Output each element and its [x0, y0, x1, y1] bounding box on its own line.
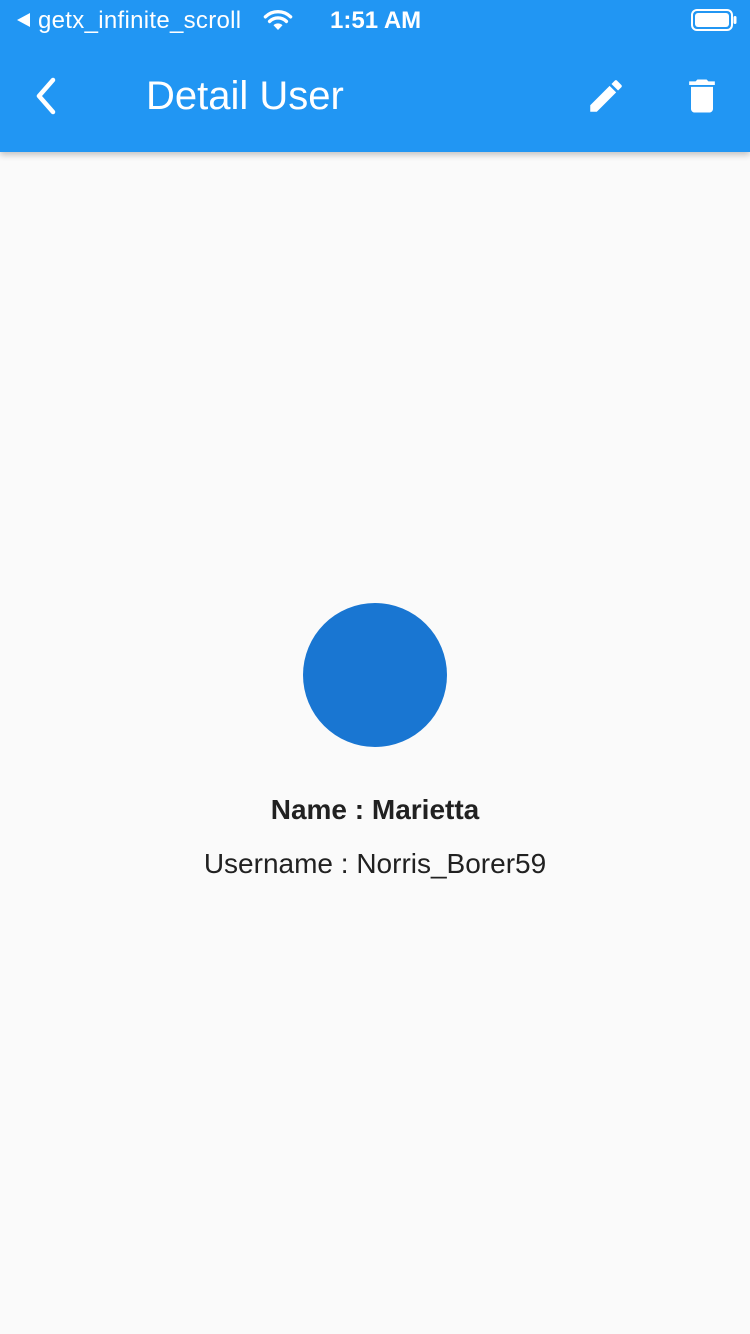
header: getx_infinite_scroll 1:51 AM Detail User	[0, 0, 750, 152]
avatar	[303, 603, 447, 747]
page-title: Detail User	[146, 74, 344, 118]
user-username: Username : Norris_Borer59	[203, 848, 547, 879]
user-detail-content: Name : Marietta Username : Norris_Borer5…	[0, 152, 750, 1334]
app-bar: Detail User	[0, 40, 750, 152]
status-bar: getx_infinite_scroll 1:51 AM	[0, 0, 750, 40]
wifi-icon	[263, 9, 293, 30]
delete-button[interactable]	[674, 68, 730, 124]
trash-icon	[689, 79, 715, 113]
edit-button[interactable]	[578, 68, 634, 124]
detail-user-screen: getx_infinite_scroll 1:51 AM Detail User	[0, 0, 750, 1334]
pencil-icon	[590, 80, 622, 112]
status-app-name[interactable]: getx_infinite_scroll	[38, 6, 241, 36]
back-to-app-icon[interactable]	[14, 11, 32, 29]
chevron-left-icon	[36, 77, 56, 115]
status-time: 1:51 AM	[330, 7, 422, 34]
battery-icon	[691, 9, 737, 31]
user-name: Name : Marietta	[270, 794, 480, 825]
back-button[interactable]	[18, 66, 74, 126]
